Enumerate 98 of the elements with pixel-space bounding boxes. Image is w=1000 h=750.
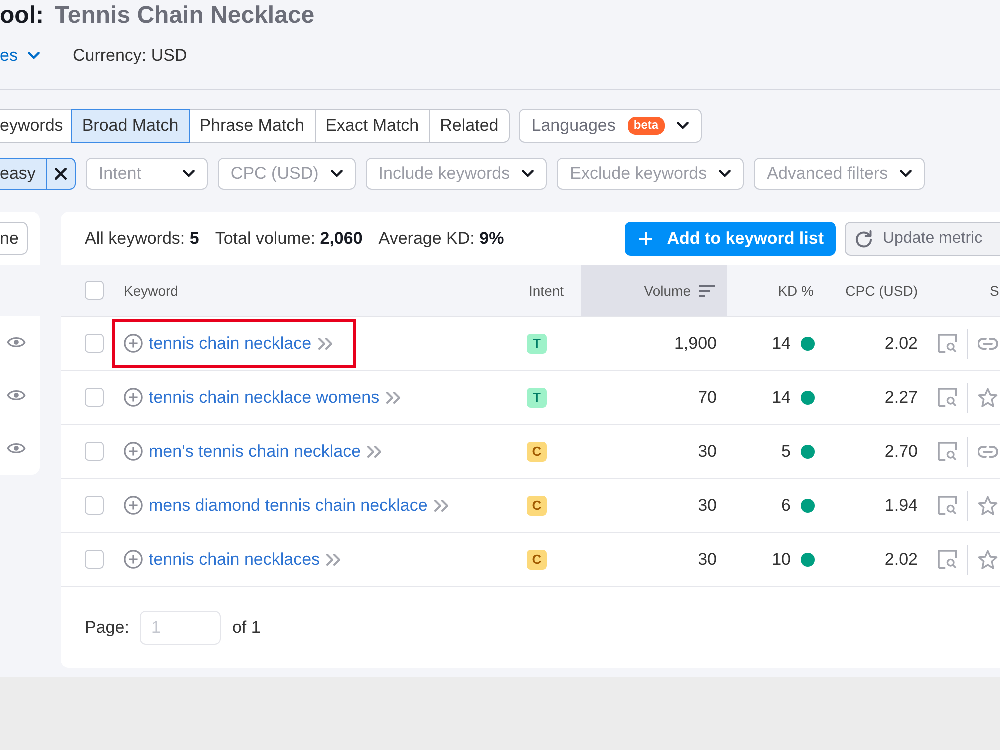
sort-icon[interactable] — [699, 284, 715, 296]
filter-dropdown[interactable]: Include keywords — [366, 158, 548, 190]
refresh-icon — [855, 230, 873, 248]
intent-tag: C — [527, 496, 547, 516]
intent-tag: C — [527, 550, 547, 570]
chevron-down-icon — [522, 170, 534, 178]
column-header[interactable]: Volume — [581, 265, 727, 316]
double-chevron-icon[interactable] — [386, 392, 402, 404]
query-title: Tennis Chain Necklace — [54, 1, 315, 31]
volume-value: 1,900 — [674, 334, 717, 354]
intent-tag: T — [527, 334, 547, 354]
plus-circle-icon[interactable] — [124, 388, 143, 407]
cpc-value: 1.94 — [884, 496, 918, 516]
checkbox[interactable] — [85, 496, 104, 515]
summary-stat: Total volume: 2,060 — [215, 228, 363, 248]
cpc-value: 2.70 — [884, 442, 918, 462]
plus-circle-icon[interactable] — [124, 442, 143, 461]
database-selector[interactable]: es — [0, 46, 40, 66]
star-icon — [978, 388, 998, 408]
cpc-value: 2.27 — [884, 388, 918, 408]
add-to-list-button[interactable]: Add to keyword list — [625, 222, 836, 256]
keyword-link[interactable]: tennis chain necklaces — [149, 550, 320, 570]
checkbox[interactable] — [85, 281, 104, 300]
filter-dropdown[interactable]: Intent — [86, 158, 208, 190]
tab[interactable]: Exact Match — [314, 109, 430, 143]
volume-value: 70 — [698, 388, 717, 408]
column-header[interactable]: KD % — [727, 265, 830, 316]
tab[interactable]: Related — [429, 109, 510, 143]
filter-chip[interactable]: easy — [0, 158, 46, 190]
page-search-icon[interactable] — [938, 334, 957, 353]
volume-value: 30 — [698, 442, 717, 462]
page-search-icon[interactable] — [938, 442, 957, 461]
eye-icon[interactable] — [7, 336, 26, 349]
kd-value: 14 — [772, 388, 791, 408]
side-panel-button[interactable]: ne — [0, 222, 28, 255]
page-search-icon[interactable] — [938, 388, 957, 407]
plus-circle-icon[interactable] — [124, 334, 143, 353]
filter-dropdown[interactable]: CPC (USD) — [218, 158, 356, 190]
chevron-down-icon — [28, 52, 40, 60]
double-chevron-icon[interactable] — [434, 500, 450, 512]
remove-filter-button[interactable] — [46, 158, 76, 190]
summary-stat: Average KD: 9% — [378, 228, 504, 248]
keyword-link[interactable]: men's tennis chain necklace — [149, 442, 362, 462]
filter-dropdown[interactable]: Exclude keywords — [557, 158, 744, 190]
kd-value: 6 — [782, 496, 791, 516]
tab[interactable]: Broad Match — [71, 109, 190, 143]
intent-tag: T — [527, 388, 547, 408]
column-header[interactable]: CPC (USD) — [830, 265, 925, 316]
plus-circle-icon[interactable] — [124, 550, 143, 569]
volume-value: 30 — [698, 550, 717, 570]
checkbox[interactable] — [85, 442, 104, 461]
double-chevron-icon[interactable] — [318, 338, 334, 350]
beta-tag: beta — [628, 117, 665, 135]
checkbox[interactable] — [85, 550, 104, 569]
chevron-down-icon — [182, 170, 195, 178]
intent-tag: C — [527, 442, 547, 462]
currency-label: Currency: USD — [72, 46, 188, 66]
close-icon — [54, 168, 67, 180]
checkbox[interactable] — [85, 334, 104, 353]
plus-icon — [639, 232, 654, 246]
cpc-value: 2.02 — [884, 550, 918, 570]
languages-dropdown[interactable]: Languages beta — [518, 109, 702, 143]
kd-value: 5 — [782, 442, 791, 462]
star-icon — [978, 550, 998, 570]
eye-icon[interactable] — [7, 389, 26, 402]
summary-stat: All keywords: 5 — [85, 228, 200, 248]
plus-circle-icon[interactable] — [124, 496, 143, 515]
star-icon — [978, 496, 998, 516]
tab[interactable]: eywords — [0, 109, 72, 143]
link-icon — [978, 338, 998, 350]
tool-title: ool: — [0, 1, 44, 31]
volume-value: 30 — [698, 496, 717, 516]
keyword-link[interactable]: tennis chain necklace womens — [149, 388, 380, 408]
chevron-down-icon — [719, 170, 732, 178]
eye-icon[interactable] — [7, 442, 26, 455]
update-metrics-button[interactable]: Update metric — [845, 222, 1000, 256]
tab[interactable]: Phrase Match — [188, 109, 316, 143]
double-chevron-icon[interactable] — [326, 554, 342, 566]
page-label: Page: — [85, 618, 130, 638]
column-header[interactable]: Intent — [510, 265, 581, 316]
kd-value: 10 — [772, 550, 791, 570]
column-header[interactable]: Keyword — [114, 265, 510, 316]
cpc-value: 2.02 — [884, 334, 918, 354]
page-input[interactable]: 1 — [140, 610, 222, 644]
checkbox[interactable] — [85, 388, 104, 407]
keyword-link[interactable]: mens diamond tennis chain necklace — [149, 496, 428, 516]
column-header[interactable]: S — [925, 265, 1000, 316]
chevron-down-icon — [676, 122, 689, 130]
keyword-link[interactable]: tennis chain necklace — [149, 334, 312, 354]
filter-dropdown[interactable]: Advanced filters — [754, 158, 926, 190]
page-search-icon[interactable] — [938, 550, 957, 569]
chevron-down-icon — [330, 170, 343, 178]
kd-value: 14 — [772, 334, 791, 354]
link-icon — [978, 446, 998, 458]
page-search-icon[interactable] — [938, 496, 957, 515]
double-chevron-icon[interactable] — [367, 446, 384, 458]
page-total: of 1 — [232, 618, 261, 638]
chevron-down-icon — [900, 170, 912, 178]
